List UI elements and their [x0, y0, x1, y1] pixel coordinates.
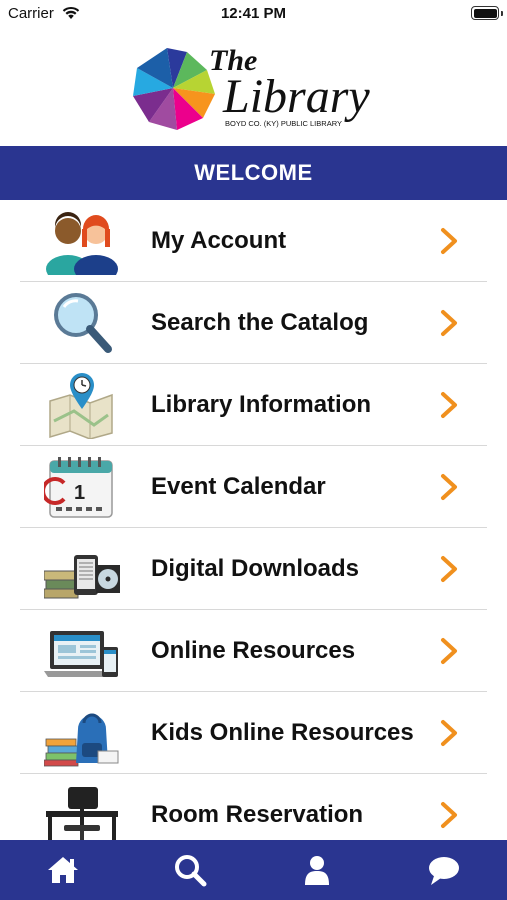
welcome-banner: WELCOME — [0, 146, 507, 200]
tab-search[interactable] — [127, 840, 253, 900]
chevron-right-icon — [441, 802, 457, 828]
menu-item-label: Library Information — [151, 390, 372, 418]
menu-item-label: Event Calendar — [151, 472, 326, 500]
header: The Library BOYD CO. (KY) PUBLIC LIBRARY — [0, 30, 507, 146]
chevron-right-icon — [441, 392, 457, 418]
calendar-icon: 1 — [44, 457, 113, 518]
library-logo: The Library BOYD CO. (KY) PUBLIC LIBRARY — [133, 44, 370, 130]
tab-home[interactable] — [0, 840, 126, 900]
map-pin-icon — [49, 373, 113, 439]
magnifier-icon — [54, 293, 112, 353]
menu-item-online-resources[interactable]: Online Resources — [20, 610, 487, 692]
menu-item-my-account[interactable]: My Account — [20, 200, 487, 282]
search-icon — [175, 855, 207, 887]
menu-item-library-information[interactable]: Library Information — [20, 364, 487, 446]
chevron-right-icon — [441, 310, 457, 336]
svg-text:1: 1 — [74, 482, 85, 504]
logo-library-text: Library — [222, 70, 370, 123]
menu-item-digital-downloads[interactable]: Digital Downloads — [20, 528, 487, 610]
users-icon — [46, 212, 118, 275]
menu-item-label: My Account — [151, 226, 287, 254]
chevron-right-icon — [441, 638, 457, 664]
menu-item-event-calendar[interactable]: 1 Event Calendar — [20, 446, 487, 528]
person-icon — [305, 856, 329, 885]
chevron-right-icon — [441, 556, 457, 582]
menu-item-label: Online Resources — [151, 636, 356, 664]
tab-account[interactable] — [254, 840, 380, 900]
bottom-tab-bar — [0, 840, 507, 900]
clock: 12:41 PM — [220, 5, 287, 22]
menu-item-label: Room Reservation — [151, 800, 364, 828]
chevron-right-icon — [441, 720, 457, 746]
logo-subtitle-text: BOYD CO. (KY) PUBLIC LIBRARY — [225, 119, 342, 128]
menu-item-kids-online-resources[interactable]: Kids Online Resources — [20, 692, 487, 774]
main-menu: My Account Search the Catalog Library In… — [0, 200, 507, 840]
desk-icon — [46, 787, 118, 840]
menu-item-label: Kids Online Resources — [151, 718, 414, 746]
status-bar: Carrier 12:41 PM — [0, 0, 507, 30]
tab-chat[interactable] — [381, 840, 507, 900]
welcome-title: WELCOME — [194, 160, 313, 185]
battery-icon — [471, 6, 503, 20]
menu-item-label: Digital Downloads — [151, 554, 360, 582]
chevron-right-icon — [441, 474, 457, 500]
backpack-icon — [44, 713, 119, 767]
laptop-icon — [44, 631, 118, 677]
chat-icon — [429, 857, 459, 885]
menu-item-label: Search the Catalog — [151, 308, 369, 336]
chevron-right-icon — [441, 228, 457, 254]
menu-item-search-catalog[interactable]: Search the Catalog — [20, 282, 487, 364]
home-icon — [48, 857, 78, 883]
menu-item-room-reservation[interactable]: Room Reservation — [20, 774, 487, 840]
devices-icon — [44, 555, 120, 599]
